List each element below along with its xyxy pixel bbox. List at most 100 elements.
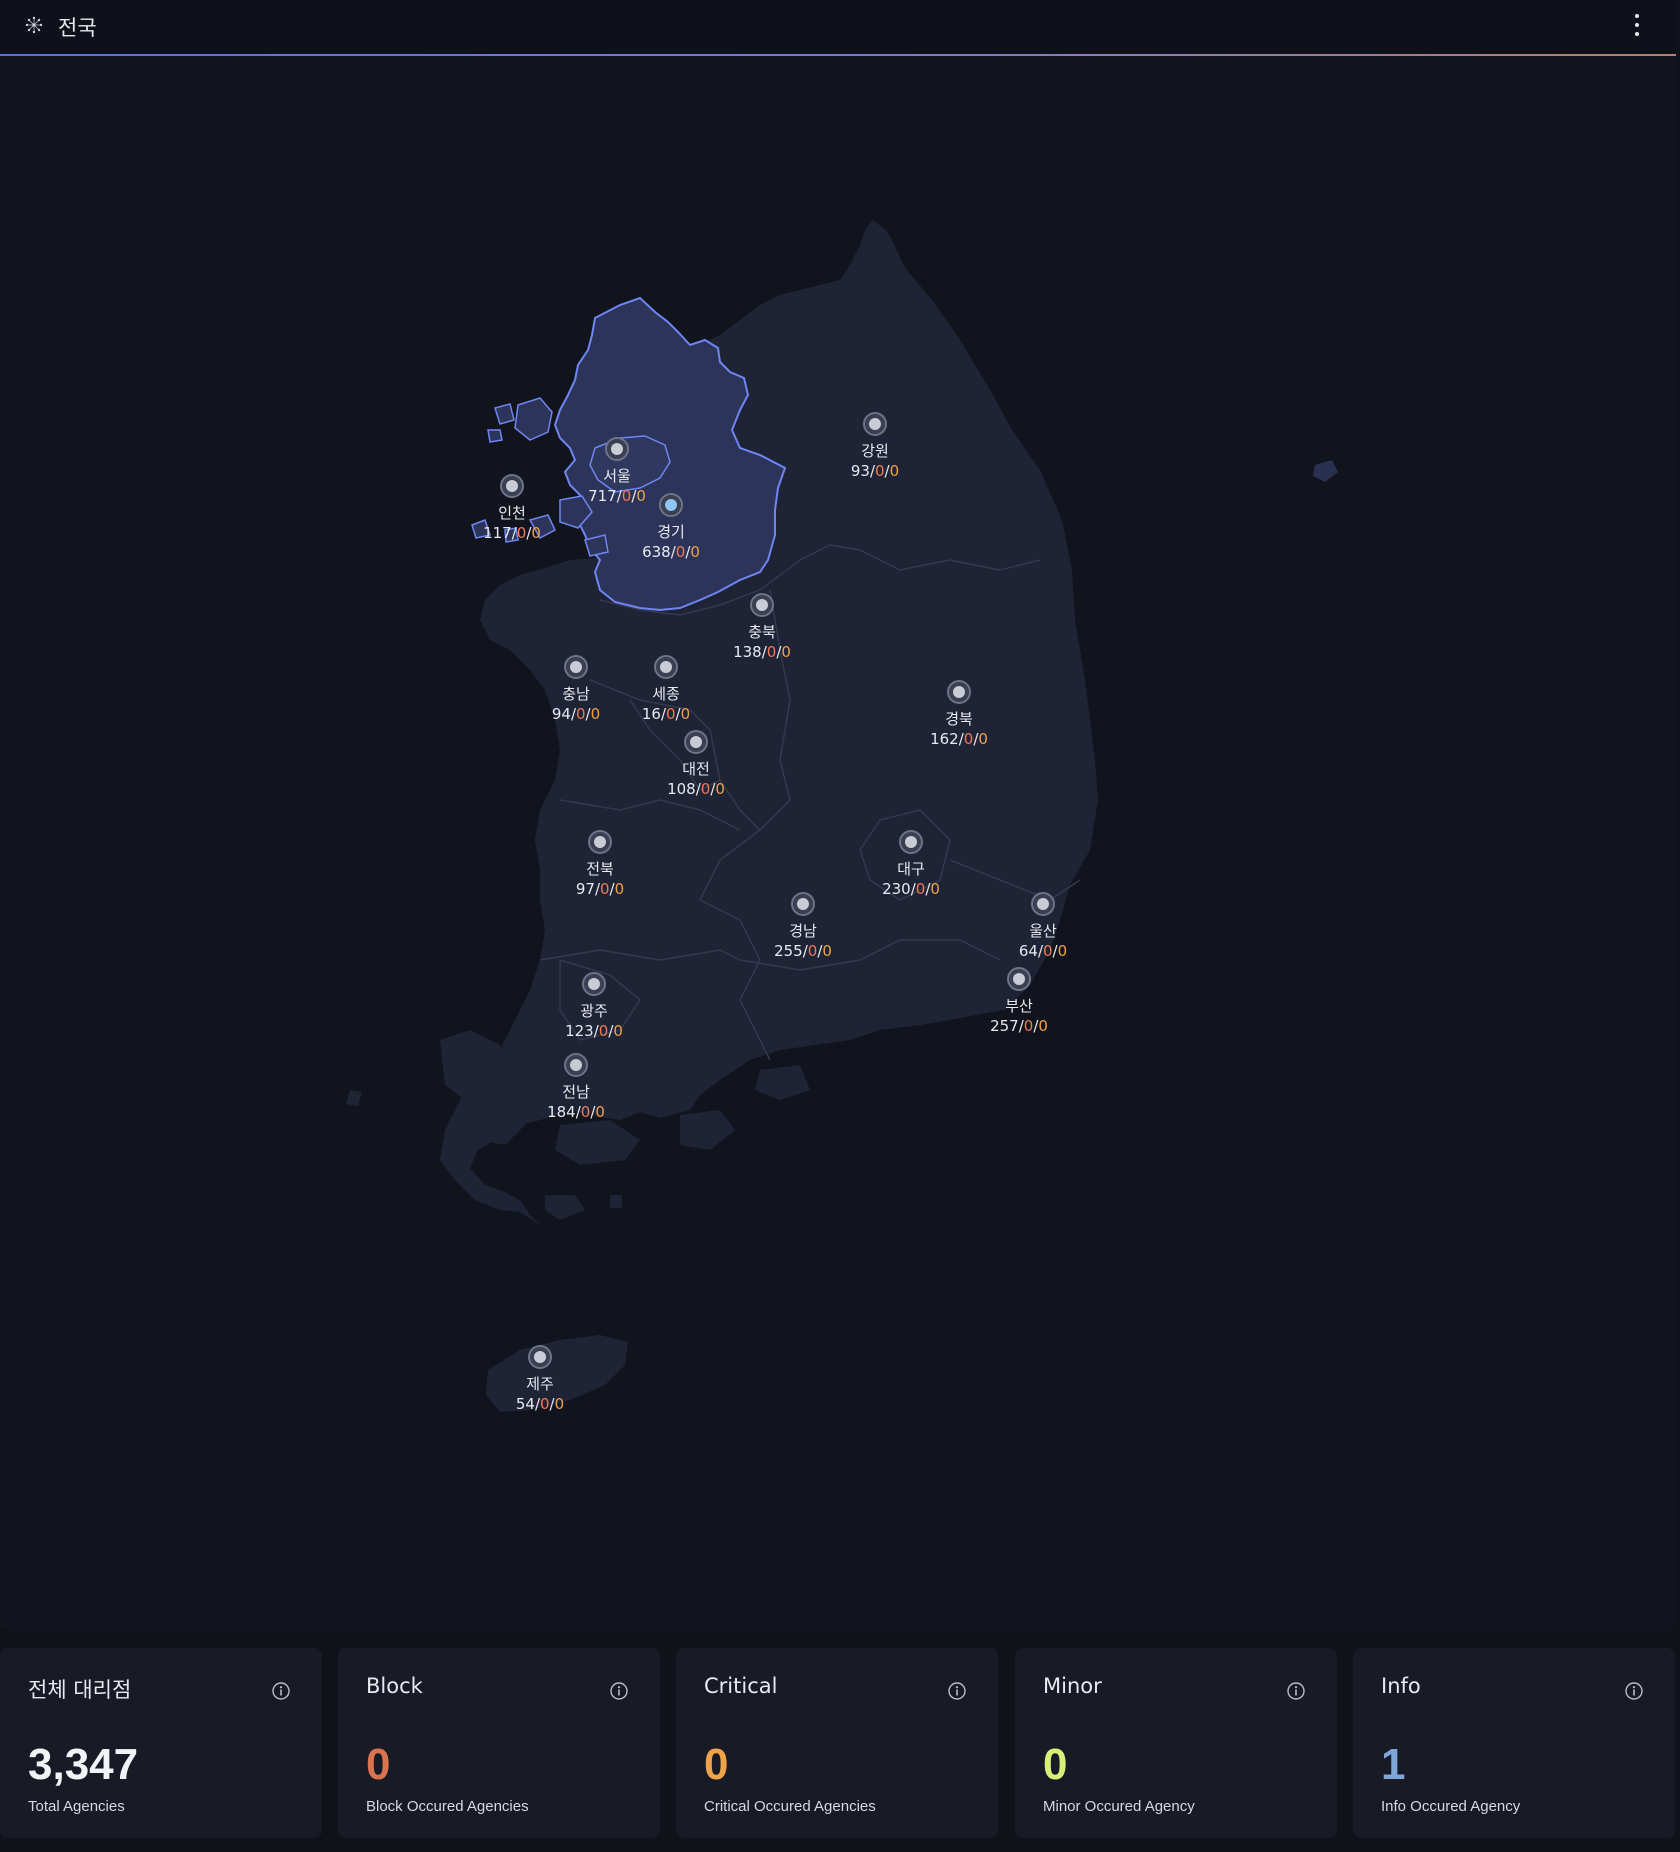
region-critical: 0 <box>930 880 940 898</box>
marker-dot <box>869 418 881 430</box>
marker-dot <box>905 836 917 848</box>
region-stat-sejong: 16/0/0 <box>642 705 690 723</box>
marker-dot <box>1037 898 1049 910</box>
region-block: 0 <box>600 880 610 898</box>
region-critical: 0 <box>595 1103 605 1121</box>
marker-dot <box>665 499 677 511</box>
summary-card-4: Info 1 Info Occured Agency <box>1353 1648 1675 1838</box>
region-stat-daejeon: 108/0/0 <box>667 780 725 798</box>
region-total: 94 <box>552 705 571 723</box>
summary-card-3: Minor 0 Minor Occured Agency <box>1015 1648 1337 1838</box>
card-value: 0 <box>704 1740 729 1789</box>
info-icon[interactable] <box>272 1682 290 1700</box>
card-subtitle: Total Agencies <box>28 1798 125 1815</box>
region-critical: 0 <box>690 543 700 561</box>
marker-dot <box>953 686 965 698</box>
card-title: Block <box>366 1674 423 1698</box>
card-value: 0 <box>1043 1740 1068 1789</box>
region-name-jeonnam: 전남 <box>562 1083 590 1101</box>
info-icon[interactable] <box>610 1682 628 1700</box>
marker-dot <box>1013 973 1025 985</box>
region-block: 0 <box>676 543 686 561</box>
region-total: 97 <box>576 880 595 898</box>
region-critical: 0 <box>531 524 541 542</box>
region-total: 93 <box>851 462 870 480</box>
region-name-chungbuk: 충북 <box>748 623 776 641</box>
marker-dot <box>660 661 672 673</box>
region-block: 0 <box>540 1395 550 1413</box>
region-name-seoul: 서울 <box>603 467 631 485</box>
marker-dot <box>756 599 768 611</box>
card-title: Info <box>1381 1674 1421 1698</box>
region-name-gwangju: 광주 <box>580 1002 608 1020</box>
card-subtitle: Info Occured Agency <box>1381 1798 1521 1815</box>
region-total: 162 <box>930 730 959 748</box>
region-name-gangwon: 강원 <box>861 442 889 460</box>
region-block: 0 <box>599 1022 609 1040</box>
region-total: 184 <box>547 1103 576 1121</box>
region-block: 0 <box>517 524 527 542</box>
marker-dot <box>611 443 623 455</box>
region-name-ulsan: 울산 <box>1029 922 1057 940</box>
region-stat-gyeongnam: 255/0/0 <box>774 942 832 960</box>
region-critical: 0 <box>890 462 900 480</box>
region-total: 117 <box>483 524 512 542</box>
region-total: 138 <box>733 643 762 661</box>
region-stat-gyeonggi: 638/0/0 <box>642 543 700 561</box>
card-value: 1 <box>1381 1740 1406 1789</box>
region-name-daegu: 대구 <box>897 860 925 878</box>
region-stat-gyeongbuk: 162/0/0 <box>930 730 988 748</box>
info-icon[interactable] <box>948 1682 966 1700</box>
summary-card-1: Block 0 Block Occured Agencies <box>338 1648 660 1838</box>
summary-cards: 전체 대리점 3,347 Total Agencies Block 0 Block Occ… <box>0 1648 1680 1838</box>
region-stat-jeonbuk: 97/0/0 <box>576 880 624 898</box>
region-critical: 0 <box>822 942 832 960</box>
marker-dot <box>797 898 809 910</box>
region-critical: 0 <box>613 1022 623 1040</box>
marker-dot <box>570 661 582 673</box>
region-name-jeonbuk: 전북 <box>586 860 614 878</box>
info-icon[interactable] <box>1625 1682 1643 1700</box>
region-stat-jeju: 54/0/0 <box>516 1395 564 1413</box>
info-icon[interactable] <box>1287 1682 1305 1700</box>
region-stat-seoul: 717/0/0 <box>588 487 646 505</box>
region-name-daejeon: 대전 <box>682 760 710 778</box>
region-block: 0 <box>767 643 777 661</box>
summary-card-0: 전체 대리점 3,347 Total Agencies <box>0 1648 322 1838</box>
region-total: 638 <box>642 543 671 561</box>
region-stat-chungbuk: 138/0/0 <box>733 643 791 661</box>
card-subtitle: Critical Occured Agencies <box>704 1798 876 1815</box>
region-critical: 0 <box>636 487 646 505</box>
region-block: 0 <box>875 462 885 480</box>
region-critical: 0 <box>781 643 791 661</box>
card-title: Critical <box>704 1674 778 1698</box>
region-total: 230 <box>882 880 911 898</box>
region-block: 0 <box>701 780 711 798</box>
card-title: Minor <box>1043 1674 1102 1698</box>
region-total: 54 <box>516 1395 535 1413</box>
region-critical: 0 <box>591 705 601 723</box>
region-marker-incheon[interactable]: 인천 117/0/0 <box>483 474 541 542</box>
region-name-chungnam: 충남 <box>562 685 590 703</box>
region-block: 0 <box>666 705 676 723</box>
card-subtitle: Minor Occured Agency <box>1043 1798 1195 1815</box>
region-block: 0 <box>1024 1017 1034 1035</box>
map-ulleungdo <box>1313 460 1338 482</box>
region-stat-incheon: 117/0/0 <box>483 524 541 542</box>
region-stat-gangwon: 93/0/0 <box>851 462 899 480</box>
card-subtitle: Block Occured Agencies <box>366 1798 529 1815</box>
marker-dot <box>588 978 600 990</box>
region-stat-busan: 257/0/0 <box>990 1017 1048 1035</box>
region-stat-daegu: 230/0/0 <box>882 880 940 898</box>
region-total: 257 <box>990 1017 1019 1035</box>
region-total: 123 <box>565 1022 594 1040</box>
region-total: 16 <box>642 705 661 723</box>
region-name-jeju: 제주 <box>526 1375 554 1393</box>
region-critical: 0 <box>681 705 691 723</box>
region-total: 717 <box>588 487 617 505</box>
region-stat-chungnam: 94/0/0 <box>552 705 600 723</box>
region-name-incheon: 인천 <box>498 504 526 522</box>
region-name-sejong: 세종 <box>652 685 680 703</box>
card-value: 0 <box>366 1740 391 1789</box>
marker-dot <box>690 736 702 748</box>
